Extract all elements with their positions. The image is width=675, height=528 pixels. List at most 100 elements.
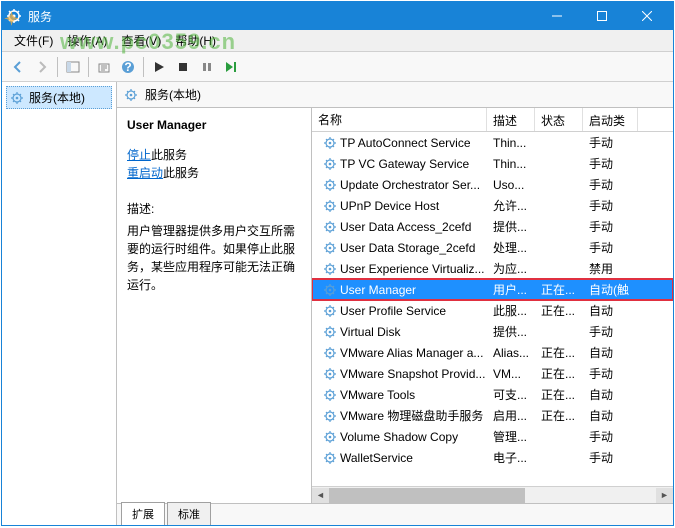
content-header: 服务(本地) bbox=[117, 82, 673, 108]
maximize-button[interactable] bbox=[579, 2, 624, 30]
back-button[interactable] bbox=[7, 56, 29, 78]
service-status: 正在... bbox=[535, 386, 583, 403]
horizontal-scrollbar[interactable]: ◄ ► bbox=[312, 486, 673, 503]
col-status[interactable]: 状态 bbox=[535, 108, 583, 131]
service-desc: 提供... bbox=[487, 218, 535, 235]
service-row[interactable]: TP VC Gateway ServiceThin...手动 bbox=[312, 153, 673, 174]
service-status: 正在... bbox=[535, 365, 583, 382]
service-row[interactable]: WalletService电子...手动 bbox=[312, 447, 673, 468]
col-startup[interactable]: 启动类 bbox=[583, 108, 638, 131]
menu-view[interactable]: 查看(V) bbox=[115, 30, 167, 51]
tab-standard[interactable]: 标准 bbox=[167, 502, 211, 525]
scroll-left-button[interactable]: ◄ bbox=[312, 488, 329, 503]
menu-action[interactable]: 操作(A) bbox=[61, 30, 113, 51]
tree-pane[interactable]: 服务(本地) bbox=[2, 82, 117, 525]
gear-icon bbox=[322, 429, 338, 445]
service-row[interactable]: User Experience Virtualiz...为应...禁用 bbox=[312, 258, 673, 279]
service-row[interactable]: VMware Tools可支...正在...自动 bbox=[312, 384, 673, 405]
gear-icon bbox=[322, 387, 338, 403]
minimize-button[interactable] bbox=[534, 2, 579, 30]
scroll-right-button[interactable]: ► bbox=[656, 488, 673, 503]
service-desc: 允许... bbox=[487, 197, 535, 214]
service-row[interactable]: User Data Storage_2cefd处理...手动 bbox=[312, 237, 673, 258]
menu-file[interactable]: 文件(F) bbox=[8, 30, 59, 51]
gear-icon bbox=[322, 282, 338, 298]
titlebar[interactable]: 服务 bbox=[2, 2, 673, 30]
list-header[interactable]: 名称 描述 状态 启动类 bbox=[312, 108, 673, 132]
gear-icon bbox=[322, 219, 338, 235]
service-row[interactable]: Update Orchestrator Ser...Uso...手动 bbox=[312, 174, 673, 195]
toolbar: ? bbox=[2, 52, 673, 82]
col-name[interactable]: 名称 bbox=[312, 108, 487, 131]
services-window: 服务 文件(F) 操作(A) 查看(V) 帮助(H) ? 服务(本地) bbox=[1, 1, 674, 526]
restart-button[interactable] bbox=[220, 56, 242, 78]
scroll-thumb[interactable] bbox=[329, 488, 525, 503]
service-startup: 手动 bbox=[583, 428, 638, 445]
service-startup: 手动 bbox=[583, 218, 638, 235]
service-desc: 用户... bbox=[487, 281, 535, 298]
svg-text:?: ? bbox=[124, 60, 131, 74]
service-row[interactable]: User Manager用户...正在...自动(触 bbox=[312, 279, 673, 300]
help-button[interactable]: ? bbox=[117, 56, 139, 78]
start-button[interactable] bbox=[148, 56, 170, 78]
menubar: 文件(F) 操作(A) 查看(V) 帮助(H) bbox=[2, 30, 673, 52]
forward-button[interactable] bbox=[31, 56, 53, 78]
toolbar-separator bbox=[143, 57, 144, 77]
service-row[interactable]: Volume Shadow Copy管理...手动 bbox=[312, 426, 673, 447]
service-desc: Alias... bbox=[487, 346, 535, 360]
service-row[interactable]: UPnP Device Host允许...手动 bbox=[312, 195, 673, 216]
service-name: TP VC Gateway Service bbox=[340, 157, 469, 171]
service-row[interactable]: Virtual Disk提供...手动 bbox=[312, 321, 673, 342]
service-startup: 自动 bbox=[583, 302, 638, 319]
service-desc: Thin... bbox=[487, 136, 535, 150]
service-row[interactable]: VMware Alias Manager a...Alias...正在...自动 bbox=[312, 342, 673, 363]
view-tabs: 扩展 标准 bbox=[117, 503, 673, 525]
restart-link[interactable]: 重启动 bbox=[127, 166, 163, 180]
gear-icon bbox=[322, 345, 338, 361]
service-name: VMware Tools bbox=[340, 388, 415, 402]
service-status: 正在... bbox=[535, 344, 583, 361]
gear-icon bbox=[322, 366, 338, 382]
service-desc: 管理... bbox=[487, 428, 535, 445]
service-row[interactable]: VMware 物理磁盘助手服务启用...正在...自动 bbox=[312, 405, 673, 426]
service-row[interactable]: User Data Access_2cefd提供...手动 bbox=[312, 216, 673, 237]
service-name: UPnP Device Host bbox=[340, 199, 439, 213]
gear-icon bbox=[322, 135, 338, 151]
services-list[interactable]: 名称 描述 状态 启动类 TP AutoConnect ServiceThin.… bbox=[312, 108, 673, 503]
service-startup: 禁用 bbox=[583, 260, 638, 277]
service-row[interactable]: User Profile Service此服...正在...自动 bbox=[312, 300, 673, 321]
service-row[interactable]: TP AutoConnect ServiceThin...手动 bbox=[312, 132, 673, 153]
service-startup: 自动(触 bbox=[583, 281, 638, 298]
show-hide-button[interactable] bbox=[62, 56, 84, 78]
col-desc[interactable]: 描述 bbox=[487, 108, 535, 131]
list-body[interactable]: TP AutoConnect ServiceThin...手动 TP VC Gat… bbox=[312, 132, 673, 486]
close-button[interactable] bbox=[624, 2, 669, 30]
service-desc: 启用... bbox=[487, 407, 535, 424]
service-desc: Thin... bbox=[487, 157, 535, 171]
service-name: WalletService bbox=[340, 451, 413, 465]
description-text: 用户管理器提供多用户交互所需要的运行时组件。如果停止此服务，某些应用程序可能无法… bbox=[127, 222, 303, 294]
service-name: User Experience Virtualiz... bbox=[340, 262, 485, 276]
service-startup: 手动 bbox=[583, 239, 638, 256]
service-name: Update Orchestrator Ser... bbox=[340, 178, 480, 192]
service-name: VMware 物理磁盘助手服务 bbox=[340, 407, 483, 424]
gear-icon bbox=[322, 450, 338, 466]
tree-root[interactable]: 服务(本地) bbox=[6, 86, 112, 109]
stop-link[interactable]: 停止 bbox=[127, 148, 151, 162]
pause-button[interactable] bbox=[196, 56, 218, 78]
service-startup: 手动 bbox=[583, 323, 638, 340]
detail-pane: User Manager 停止此服务 重启动此服务 描述: 用户管理器提供多用户… bbox=[117, 108, 312, 503]
gear-icon bbox=[123, 87, 139, 103]
body: 服务(本地) 服务(本地) User Manager 停止此服务 重启动此服务 … bbox=[2, 82, 673, 525]
toolbar-separator bbox=[57, 57, 58, 77]
gear-icon bbox=[322, 177, 338, 193]
gear-icon bbox=[322, 198, 338, 214]
service-row[interactable]: VMware Snapshot Provid...VM...正在...手动 bbox=[312, 363, 673, 384]
tab-extended[interactable]: 扩展 bbox=[121, 502, 165, 525]
service-startup: 自动 bbox=[583, 344, 638, 361]
export-button[interactable] bbox=[93, 56, 115, 78]
service-startup: 自动 bbox=[583, 386, 638, 403]
window-title: 服务 bbox=[28, 8, 534, 25]
stop-button[interactable] bbox=[172, 56, 194, 78]
menu-help[interactable]: 帮助(H) bbox=[169, 30, 222, 51]
